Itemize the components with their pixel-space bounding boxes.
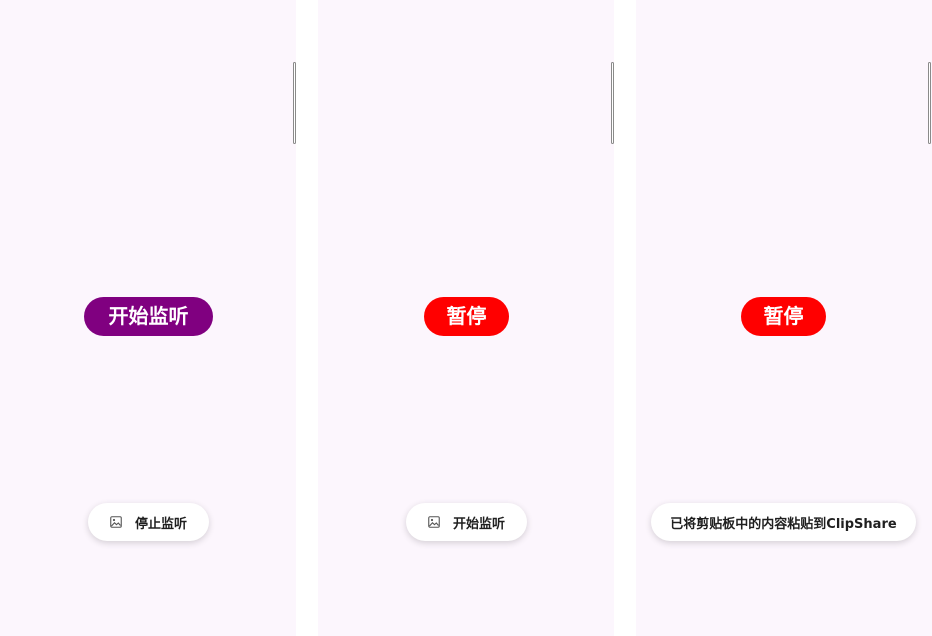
start-listening-button[interactable]: 开始监听 [84, 297, 213, 336]
scroll-handle[interactable] [611, 62, 614, 144]
scroll-handle[interactable] [293, 62, 296, 144]
app-screen-3: 暂停 已将剪贴板中的内容粘贴到ClipShare [636, 0, 932, 636]
toast-message: 已将剪贴板中的内容粘贴到ClipShare [651, 503, 916, 541]
image-icon [428, 516, 440, 528]
app-screen-2: 暂停 开始监听 [318, 0, 614, 636]
scroll-handle[interactable] [928, 62, 931, 144]
screenshot-stage: 开始监听 停止监听 暂停 开始监听 暂停 已将剪贴板中的内容粘贴到ClipSha… [0, 0, 932, 636]
toast-message: 开始监听 [406, 503, 527, 541]
app-screen-1: 开始监听 停止监听 [0, 0, 296, 636]
toast-message: 停止监听 [88, 503, 209, 541]
pause-button[interactable]: 暂停 [424, 297, 509, 336]
image-icon [110, 516, 122, 528]
toast-text: 停止监听 [134, 516, 187, 532]
pause-button[interactable]: 暂停 [741, 297, 826, 336]
toast-text: 已将剪贴板中的内容粘贴到ClipShare [670, 516, 897, 532]
toast-text: 开始监听 [452, 516, 505, 532]
